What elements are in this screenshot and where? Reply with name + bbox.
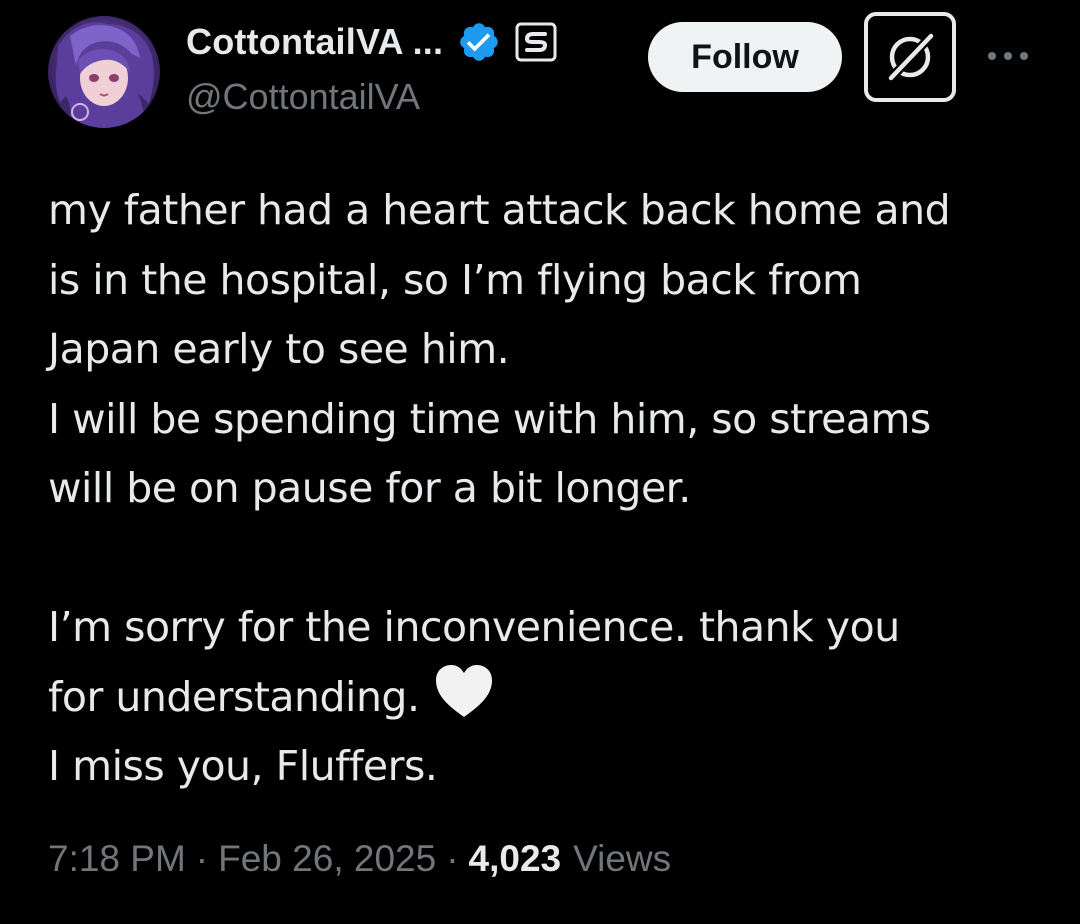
tweet-line-with-emoji: for understanding. — [48, 663, 1048, 733]
white-heart-emoji-icon — [434, 663, 494, 719]
grok-button[interactable] — [864, 12, 956, 102]
tweet-line: Japan early to see him. — [48, 325, 510, 373]
tweet-date[interactable]: Feb 26, 2025 — [218, 838, 436, 880]
tweet-meta: 7:18 PM · Feb 26, 2025 · 4,023 Views — [48, 838, 671, 880]
grok-icon — [887, 32, 935, 82]
tweet-line: I miss you, Fluffers. — [48, 742, 438, 790]
tweet-line: is in the hospital, so I’m flying back f… — [48, 255, 862, 304]
verified-badge-icon[interactable] — [457, 20, 501, 64]
views-label: Views — [573, 838, 672, 879]
tweet-time[interactable]: 7:18 PM — [48, 838, 186, 880]
tweet-line: I will be spending time with him, so str… — [48, 394, 931, 443]
tweet-text: my father had a heart attack back home a… — [48, 176, 1048, 802]
views-count[interactable]: 4,023 — [469, 838, 562, 880]
author-avatar[interactable] — [48, 16, 160, 128]
author-name-row: CottontailVA ... — [186, 18, 557, 66]
tweet-line: my father had a heart attack back home a… — [48, 186, 951, 234]
tweet-line: I’m sorry for the inconvenience. thank y… — [48, 603, 900, 651]
author-display-name[interactable]: CottontailVA ... — [186, 21, 443, 63]
subscription-badge-icon[interactable] — [515, 22, 557, 62]
meta-separator: · — [446, 838, 459, 879]
tweet-line: will be on pause for a bit longer. — [48, 464, 691, 512]
author-handle[interactable]: @CottontailVA — [186, 76, 420, 118]
tweet-line-text: for understanding. — [48, 672, 420, 721]
more-options-button[interactable] — [982, 36, 1034, 76]
meta-separator: · — [195, 838, 209, 879]
more-dots-icon — [988, 52, 1028, 60]
avatar-image — [48, 16, 160, 128]
follow-button[interactable]: Follow — [648, 22, 842, 92]
